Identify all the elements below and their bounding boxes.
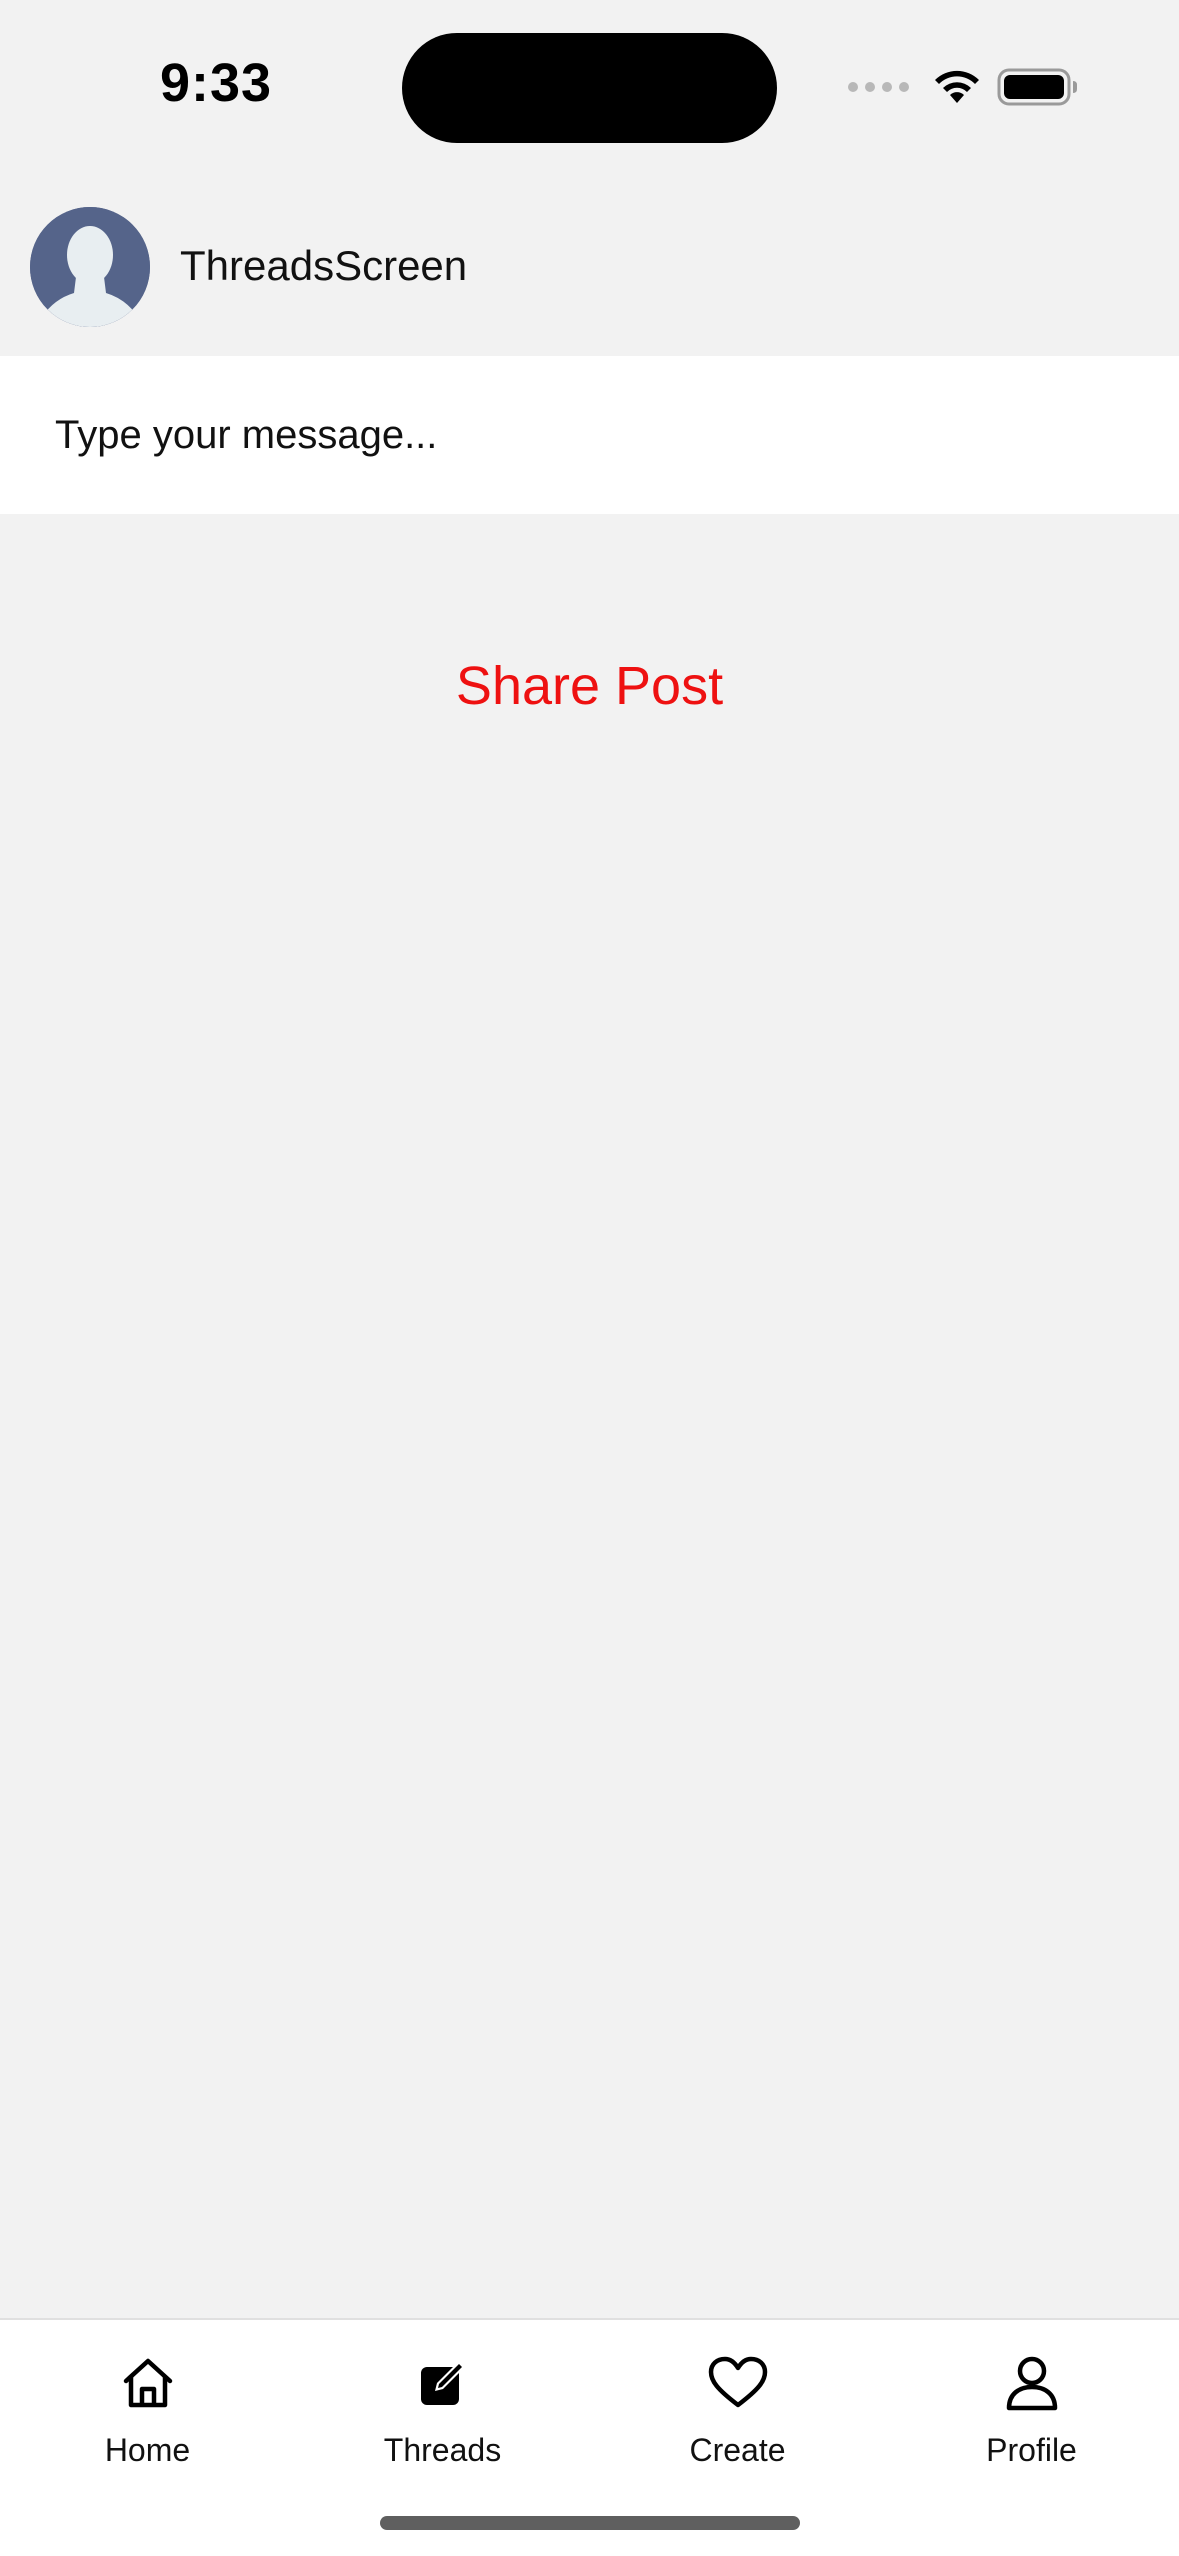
person-avatar-icon [30,207,150,327]
message-box [0,356,1179,514]
avatar[interactable] [30,207,150,327]
tab-threads[interactable]: Threads [295,2320,590,2490]
person-icon [997,2348,1067,2418]
share-post-button[interactable]: Share Post [0,655,1179,717]
battery-icon [997,68,1077,106]
page-title: ThreadsScreen [180,242,468,289]
header: ThreadsScreen [0,170,1179,356]
heart-icon [703,2348,773,2418]
status-time: 9:33 [160,53,273,113]
status-icons [848,62,1079,112]
tab-profile-label: Profile [986,2432,1077,2468]
cellular-signal-icon [848,82,909,92]
wifi-icon [935,70,979,103]
dynamic-island [402,33,777,143]
tab-create-label: Create [689,2432,786,2468]
tab-profile[interactable]: Profile [884,2320,1179,2490]
tab-home[interactable]: Home [0,2320,295,2490]
tab-create[interactable]: Create [590,2320,885,2490]
compose-icon [408,2348,478,2418]
status-bar: 9:33 [0,0,1179,170]
tab-home-label: Home [104,2432,191,2468]
message-input[interactable] [55,356,1135,514]
home-indicator [380,2516,800,2530]
tab-threads-label: Threads [383,2432,502,2468]
home-icon [113,2348,183,2418]
